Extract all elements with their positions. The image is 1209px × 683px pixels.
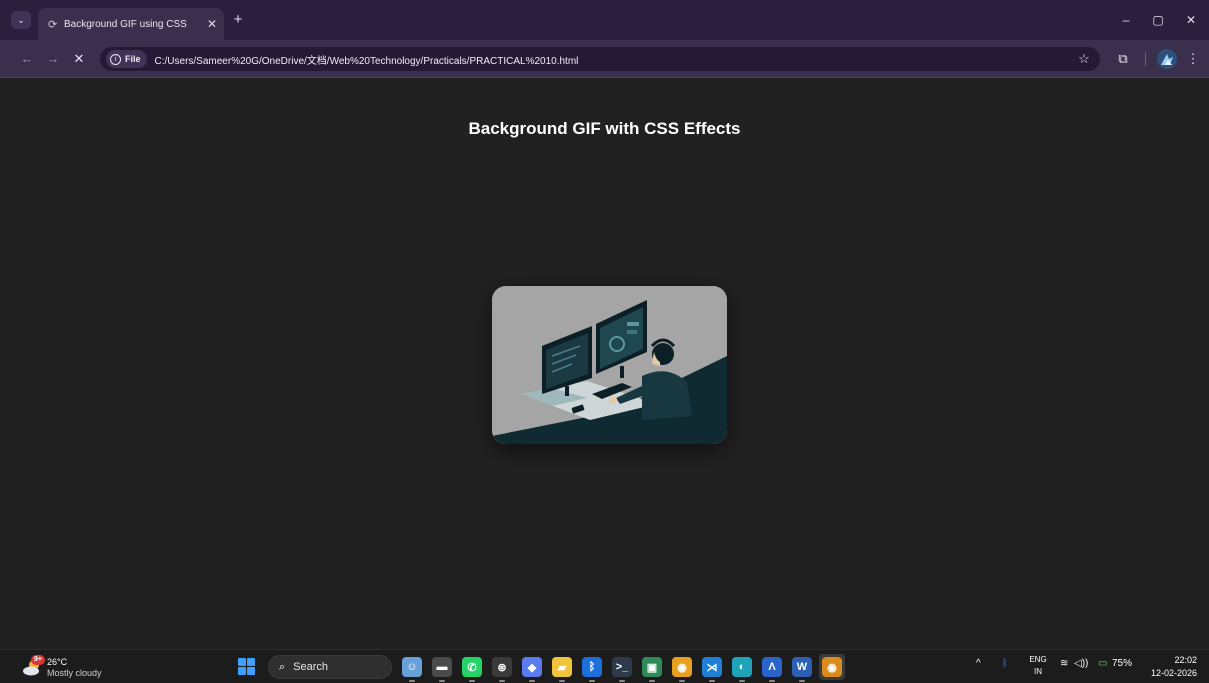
task-view-icon: ▬ [432, 657, 452, 677]
address-bar[interactable]: i File C:/Users/Sameer%20G/OneDrive/文档/W… [100, 47, 1100, 71]
file-chip-label: File [125, 54, 141, 64]
region-code: IN [1034, 667, 1042, 676]
notification-badge: 9+ [31, 655, 45, 665]
edge-icon: ◐ [732, 657, 752, 677]
copilot-people-app[interactable]: ☺ [402, 657, 422, 682]
windows-logo-pane [238, 667, 246, 675]
background-gif-card [492, 286, 727, 444]
windows-taskbar: 9+ 26°C Mostly cloudy ⌕ Search ☺ ▬ ✆ ⊛ ◆ ▰ ᛒ >_… [0, 649, 1209, 683]
back-button[interactable]: ← [18, 50, 36, 68]
page-viewport: Background GIF with CSS Effects [0, 79, 1209, 649]
close-window-button[interactable]: ✕ [1182, 12, 1200, 28]
battery-percentage: 75% [1112, 658, 1133, 669]
tray-overflow-icon[interactable]: ^ [976, 658, 981, 669]
chrome-canary-app[interactable]: ◉ [819, 654, 845, 680]
chrome-app[interactable]: ◉ [672, 657, 692, 682]
url-text[interactable]: C:/Users/Sameer%20G/OneDrive/文档/Web%20Te… [155, 52, 579, 67]
vscode-app[interactable]: ⋊ [702, 657, 722, 682]
vpn-app[interactable]: Λ [762, 657, 782, 682]
new-tab-button[interactable]: + [230, 12, 246, 28]
browser-toolbar: ← → ✕ i File C:/Users/Sameer%20G/OneDriv… [0, 40, 1209, 78]
vpn-icon: Λ [762, 657, 782, 677]
windows-logo-pane [247, 658, 255, 666]
taskbar-search-box[interactable]: ⌕ Search [268, 655, 392, 679]
tab-title: Background GIF using CSS [64, 18, 187, 30]
language-code: ENG [1029, 655, 1047, 664]
chatgpt-app[interactable]: ⊛ [492, 657, 512, 682]
file-explorer-icon: ▰ [552, 657, 572, 677]
info-icon: i [110, 53, 121, 65]
clock-date: 12-02-2026 [1150, 668, 1197, 678]
weather-temperature: 26°C [47, 657, 68, 667]
file-explorer-app[interactable]: ▰ [552, 657, 572, 682]
edge-app[interactable]: ◐ [732, 657, 752, 682]
stop-loading-button[interactable]: ✕ [70, 50, 88, 68]
profile-avatar[interactable] [1157, 49, 1177, 69]
copilot-app[interactable]: ◆ [522, 657, 542, 682]
forward-button[interactable]: → [44, 50, 62, 68]
start-button[interactable] [238, 658, 255, 675]
weather-description: Mostly cloudy [47, 668, 102, 678]
windows-logo-pane [238, 658, 246, 666]
whatsapp-app[interactable]: ✆ [462, 657, 482, 682]
site-info-chip[interactable]: i File [106, 50, 147, 68]
volume-icon[interactable]: ◁)) [1074, 658, 1088, 669]
copilot-people-icon: ☺ [402, 657, 422, 677]
photos-icon: ▣ [642, 657, 662, 677]
browser-tab-strip: ⌄ ⟳ Background GIF using CSS ✕ + – ▢ ✕ [0, 0, 1209, 40]
person-at-dual-monitor-desk-illustration [492, 286, 727, 444]
bluetooth-icon: ᛒ [582, 657, 602, 677]
chevron-down-icon: ⌄ [17, 14, 25, 25]
wifi-icon[interactable]: ≋ [1060, 658, 1068, 669]
extensions-icon[interactable]: ⧉ [1114, 50, 1132, 68]
minimize-button[interactable]: – [1117, 12, 1135, 28]
terminal-icon: >_ [612, 657, 632, 677]
browser-tab[interactable]: ⟳ Background GIF using CSS ✕ [38, 8, 224, 40]
browser-menu-icon[interactable]: ⋮ [1184, 50, 1202, 68]
bluetooth-icon[interactable]: ᛒ [1002, 658, 1008, 669]
tab-search-button[interactable]: ⌄ [11, 11, 31, 29]
task-view-app[interactable]: ▬ [432, 657, 452, 682]
search-icon: ⌕ [279, 660, 286, 673]
taskbar-search-label: Search [293, 661, 329, 673]
vscode-icon: ⋊ [702, 657, 722, 677]
system-clock[interactable]: 22:02 12-02-2026 [1145, 654, 1197, 680]
word-icon: W [792, 657, 812, 677]
photos-app[interactable]: ▣ [642, 657, 662, 682]
chrome-icon: ◉ [672, 657, 692, 677]
chatgpt-icon: ⊛ [492, 657, 512, 677]
word-app[interactable]: W [792, 657, 812, 682]
toolbar-divider [1145, 52, 1146, 66]
avatar-icon [1157, 49, 1177, 69]
whatsapp-icon: ✆ [462, 657, 482, 677]
loading-icon: ⟳ [48, 18, 58, 31]
weather-widget[interactable]: 9+ 26°C Mostly cloudy [22, 655, 132, 680]
input-language-indicator[interactable]: ENG IN [1027, 654, 1049, 678]
terminal-app[interactable]: >_ [612, 657, 632, 682]
clock-time: 22:02 [1174, 655, 1197, 665]
tab-close-button[interactable]: ✕ [200, 17, 224, 31]
windows-logo-pane [247, 667, 255, 675]
copilot-icon: ◆ [522, 657, 542, 677]
page-heading: Background GIF with CSS Effects [468, 119, 741, 138]
chrome-canary-icon: ◉ [822, 657, 842, 677]
restore-button[interactable]: ▢ [1149, 12, 1167, 28]
bluetooth-app[interactable]: ᛒ [582, 657, 602, 682]
bookmark-star-icon[interactable]: ☆ [1075, 50, 1093, 68]
battery-icon[interactable]: ▭ [1098, 658, 1107, 669]
